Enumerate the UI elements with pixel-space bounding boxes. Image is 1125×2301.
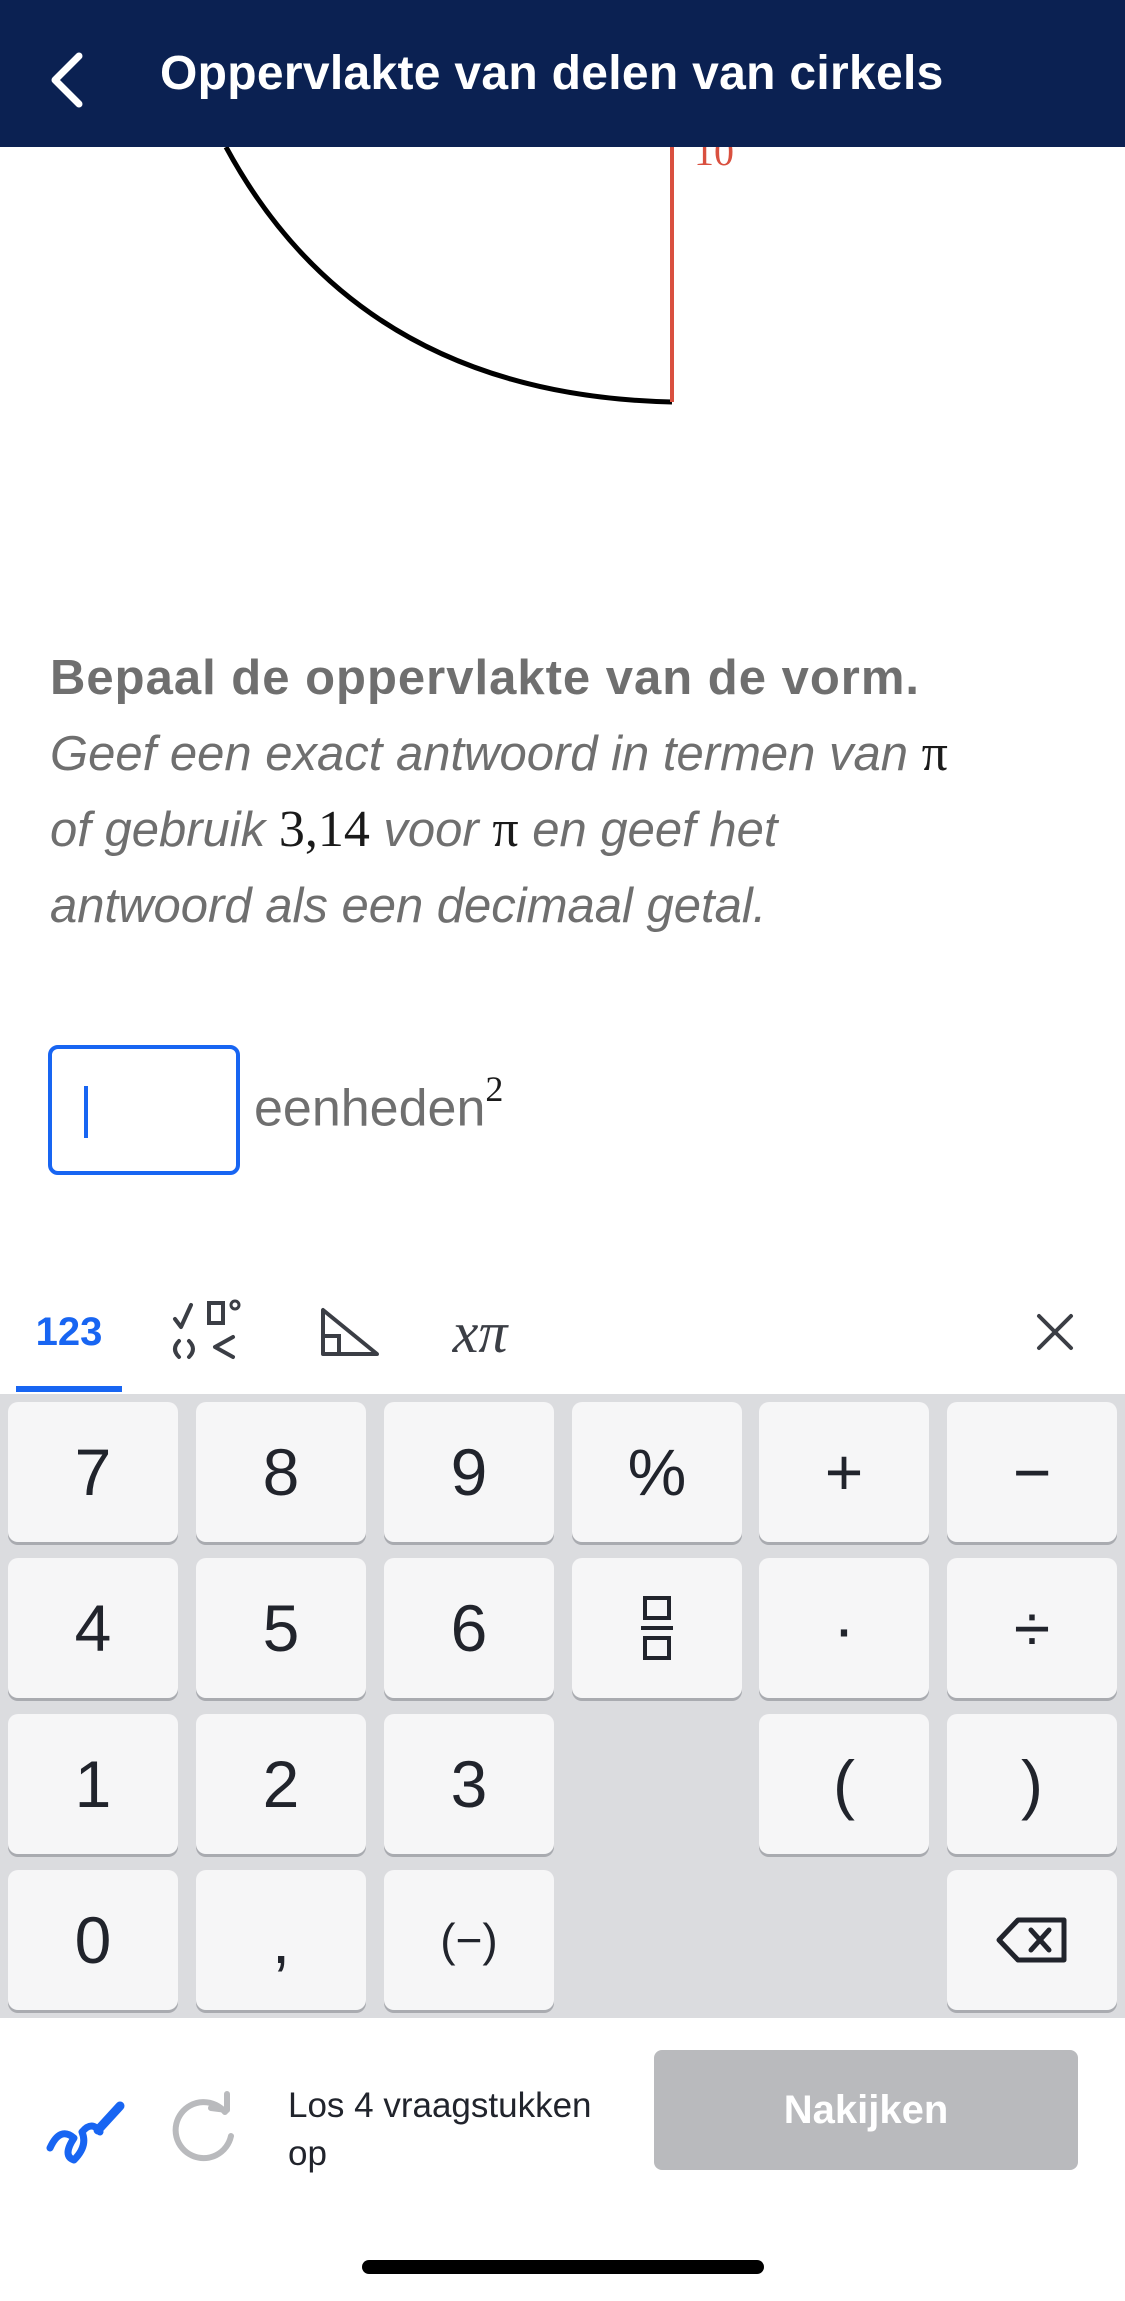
question-text: Bepaal de oppervlakte van de vorm. Geef … — [50, 640, 1070, 944]
pi-approximation: 3,14 — [278, 801, 370, 858]
pi-symbol: π — [921, 725, 948, 782]
progress-text: Los 4 vraagstukken op — [288, 2086, 592, 2173]
instruction-line-2: of gebruik 3,14 voor π en geef het — [50, 792, 1070, 868]
key-7[interactable]: 7 — [8, 1402, 178, 1542]
close-icon — [1037, 1314, 1073, 1350]
back-button[interactable] — [36, 40, 98, 120]
key-8[interactable]: 8 — [196, 1402, 366, 1542]
key-minus[interactable]: − — [947, 1402, 1117, 1542]
home-indicator[interactable] — [362, 2260, 764, 2274]
top-bar: Oppervlakte van delen van cirkels — [0, 0, 1125, 147]
instruction-text: voor — [369, 803, 493, 857]
tab-numbers[interactable]: 123 — [16, 1270, 122, 1394]
key-negative[interactable]: (−) — [384, 1870, 554, 2010]
key-fraction[interactable] — [572, 1558, 742, 1698]
key-percent[interactable]: % — [572, 1402, 742, 1542]
key-plus[interactable]: + — [759, 1402, 929, 1542]
key-backspace[interactable] — [947, 1870, 1117, 2010]
keyboard-tabs: 123 xπ — [0, 1270, 1125, 1394]
tab-algebra[interactable]: xπ — [430, 1270, 530, 1394]
key-divide[interactable]: ÷ — [947, 1558, 1117, 1698]
tab-geometry[interactable] — [300, 1270, 400, 1394]
page-title: Oppervlakte van delen van cirkels — [160, 47, 944, 100]
tab-operators[interactable] — [160, 1270, 260, 1394]
fraction-icon — [641, 1596, 673, 1660]
key-9[interactable]: 9 — [384, 1402, 554, 1542]
key-comma[interactable]: , — [196, 1870, 366, 2010]
instruction-text: Geef een exact antwoord in termen van — [50, 727, 922, 781]
key-6[interactable]: 6 — [384, 1558, 554, 1698]
unit-label: eenheden — [254, 1079, 486, 1138]
key-decimal-point[interactable]: · — [759, 1558, 929, 1698]
instruction-text: en geef het — [518, 803, 778, 857]
triangle-ruler-icon — [321, 1308, 379, 1356]
answer-row: eenheden2 — [48, 1045, 503, 1175]
instruction-line-3: antwoord als een decimaal getal. — [50, 879, 767, 933]
key-right-paren[interactable]: ) — [947, 1714, 1117, 1854]
backspace-icon — [996, 1917, 1067, 1963]
answer-input[interactable] — [48, 1045, 240, 1175]
scratchpad-button[interactable] — [40, 2086, 130, 2176]
pencil-scribble-icon — [46, 2101, 125, 2164]
answer-unit: eenheden2 — [254, 1069, 503, 1138]
key-3[interactable]: 3 — [384, 1714, 554, 1854]
key-left-paren[interactable]: ( — [759, 1714, 929, 1854]
instruction-text: of gebruik — [50, 803, 279, 857]
question-prompt: Bepaal de oppervlakte van de vorm. — [50, 651, 921, 705]
key-2[interactable]: 2 — [196, 1714, 366, 1854]
app-screen: Oppervlakte van delen van cirkels 10 Bep… — [0, 0, 1125, 2301]
text-caret — [84, 1086, 88, 1138]
key-1[interactable]: 1 — [8, 1714, 178, 1854]
pi-symbol: π — [492, 801, 519, 858]
operators-icon — [173, 1299, 241, 1359]
instruction-line-1: Geef een exact antwoord in termen van π — [50, 716, 1070, 792]
radius-label: 10 — [694, 147, 734, 174]
check-answer-button[interactable]: Nakijken — [654, 2050, 1078, 2170]
retry-button[interactable] — [165, 2088, 245, 2168]
close-keyboard-button[interactable] — [1010, 1270, 1100, 1394]
chevron-left-icon — [51, 52, 83, 108]
shape-figure: 10 — [0, 129, 1125, 487]
key-5[interactable]: 5 — [196, 1558, 366, 1698]
math-keypad: 7 8 9 % + − 4 5 6 · ÷ 1 2 3 ( ) 0 , (−) — [0, 1394, 1125, 2018]
key-0[interactable]: 0 — [8, 1870, 178, 2010]
circle-arc — [223, 145, 673, 405]
key-4[interactable]: 4 — [8, 1558, 178, 1698]
bottom-bar: Los 4 vraagstukken op Nakijken — [0, 2018, 1125, 2301]
redo-icon — [172, 2091, 234, 2162]
unit-exponent: 2 — [485, 1068, 504, 1109]
